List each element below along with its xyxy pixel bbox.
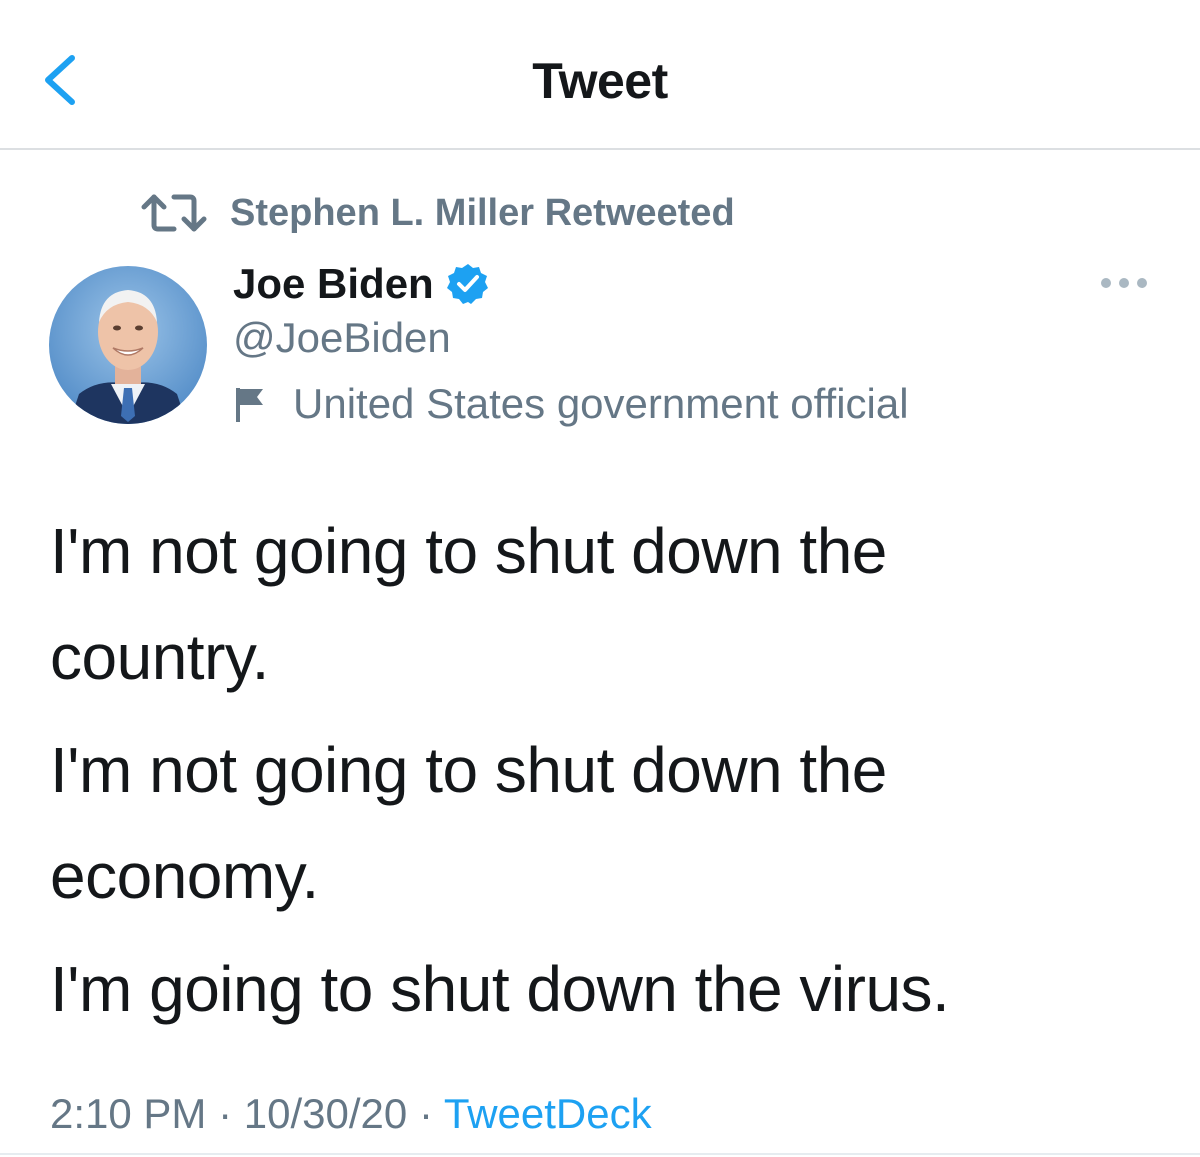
flag-icon bbox=[236, 388, 263, 422]
tweet-paragraph: I'm not going to shut down the economy. bbox=[50, 734, 887, 912]
author-name-row[interactable]: Joe Biden bbox=[233, 256, 490, 312]
verified-badge-icon bbox=[446, 264, 488, 304]
retweet-context[interactable]: Stephen L. Miller Retweeted bbox=[140, 188, 735, 238]
tweet-meta: 2:10 PM · 10/30/20 · TweetDeck bbox=[50, 1090, 652, 1138]
page-title: Tweet bbox=[532, 53, 668, 109]
header-bar: Tweet bbox=[0, 0, 1200, 150]
retweet-icon bbox=[141, 194, 207, 232]
author-handle[interactable]: @JoeBiden bbox=[233, 314, 451, 362]
divider bbox=[0, 1153, 1200, 1155]
more-options-button[interactable] bbox=[1098, 268, 1150, 298]
more-horizontal-icon bbox=[1101, 278, 1147, 288]
account-label[interactable]: United States government official bbox=[233, 378, 909, 430]
meta-separator: · bbox=[418, 1090, 433, 1137]
tweet-paragraph: I'm not going to shut down the country. bbox=[50, 515, 887, 693]
tweet-body: I'm not going to shut down the country. … bbox=[50, 498, 1140, 1049]
retweet-label: Stephen L. Miller Retweeted bbox=[230, 191, 735, 234]
tweet-time: 2:10 PM bbox=[50, 1090, 207, 1137]
author-name: Joe Biden bbox=[233, 260, 434, 307]
avatar[interactable] bbox=[49, 266, 207, 424]
tweet-paragraph: I'm going to shut down the virus. bbox=[50, 953, 950, 1025]
tweet-date: 10/30/20 bbox=[243, 1090, 408, 1137]
account-label-text: United States government official bbox=[293, 380, 909, 427]
meta-separator: · bbox=[218, 1090, 233, 1137]
tweet-source-link[interactable]: TweetDeck bbox=[444, 1090, 652, 1137]
